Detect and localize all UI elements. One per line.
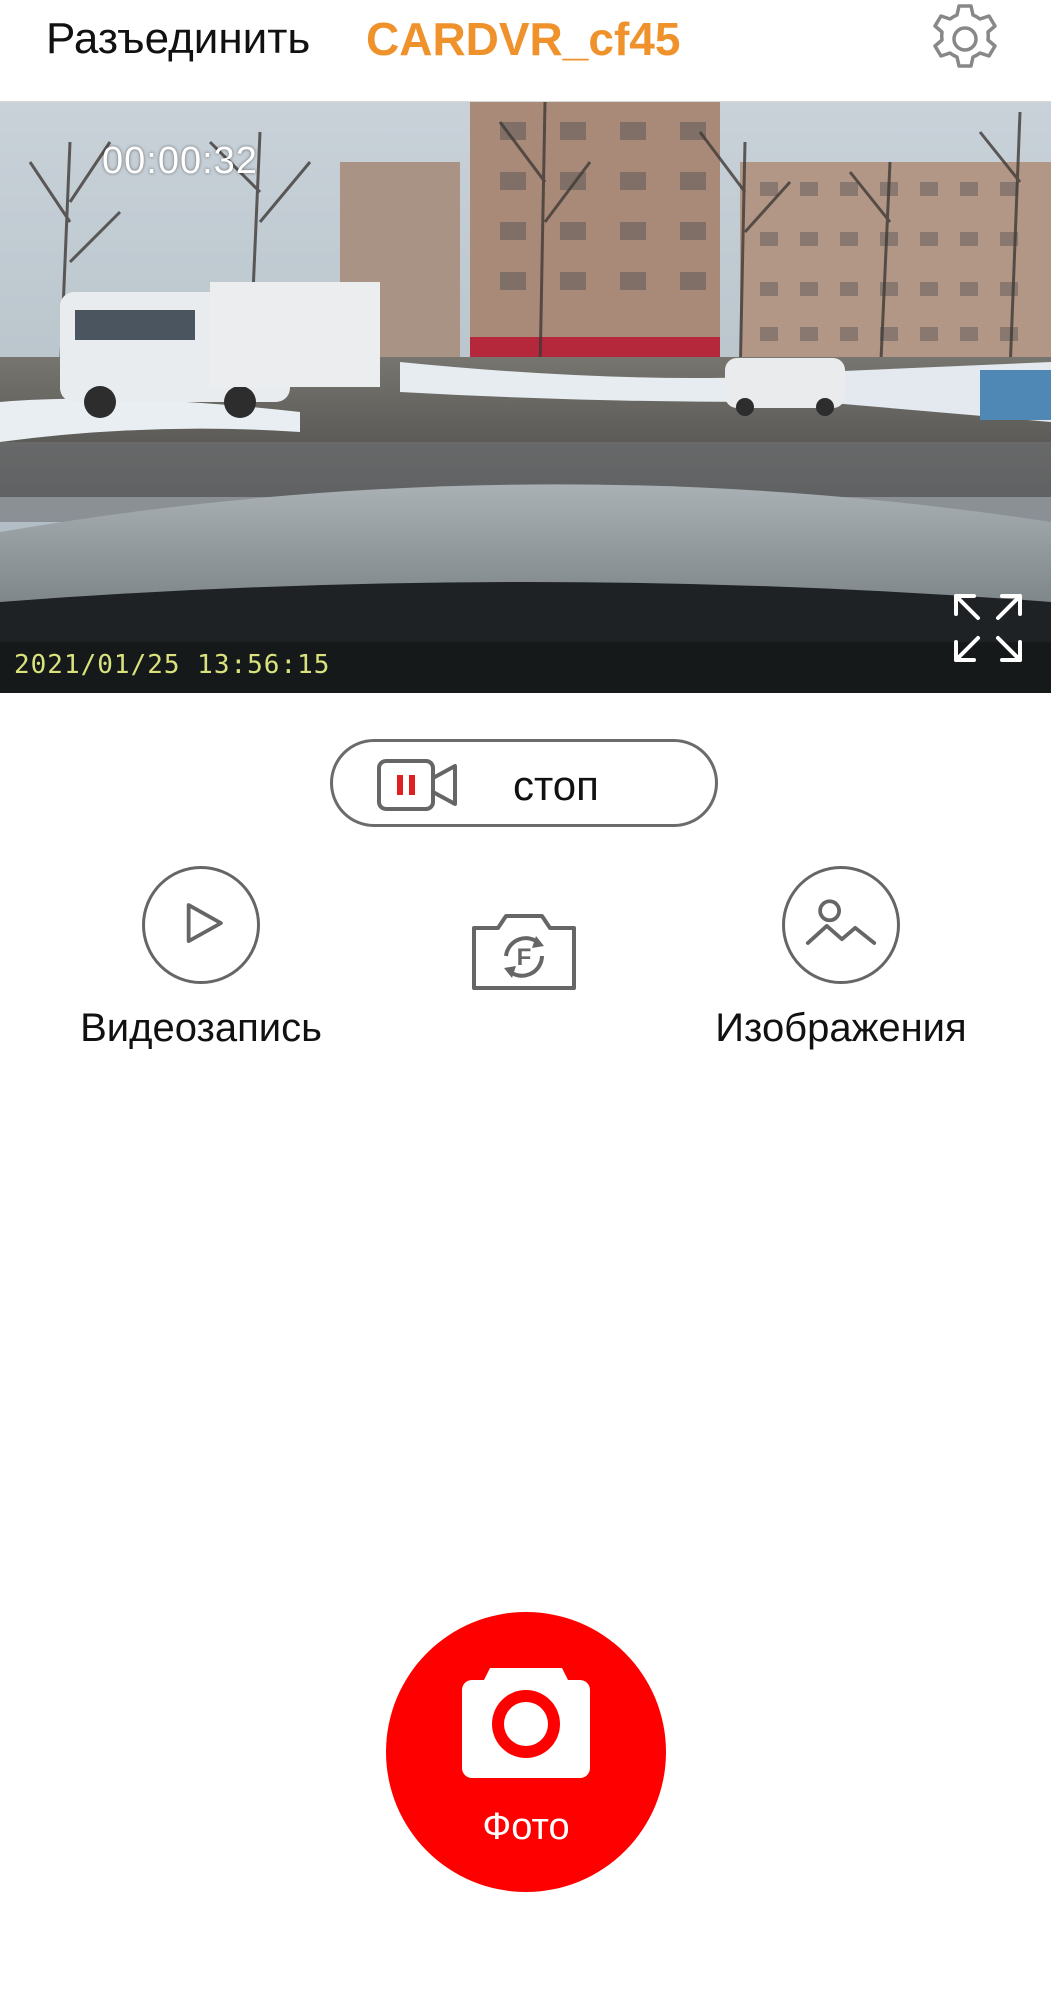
disconnect-button[interactable]: Разъединить [46, 14, 310, 64]
play-circle [142, 866, 260, 984]
recording-timer: 00:00:32 [102, 140, 258, 182]
device-name: CARDVR_cf45 [366, 13, 681, 65]
camera-icon [462, 1668, 590, 1778]
top-bar: Разъединить CARDVR_cf45 [0, 0, 1051, 102]
svg-text:F: F [517, 944, 532, 971]
images-label: Изображения [715, 1006, 967, 1050]
play-icon [186, 903, 223, 944]
gallery-image-icon [805, 899, 877, 945]
images-button[interactable]: Изображения [706, 866, 976, 1051]
camera-switch-icon[interactable]: F [470, 908, 578, 992]
pause-video-icon [377, 759, 457, 811]
videos-label: Видеозапись [80, 1006, 322, 1050]
live-video-preview[interactable]: 00:00:32 2021/01/25 13:56:15 [0, 102, 1051, 693]
stop-recording-button[interactable]: стоп [330, 739, 718, 827]
fullscreen-expand-icon[interactable] [950, 590, 1026, 666]
video-timestamp: 2021/01/25 13:56:15 [14, 650, 331, 680]
camera-feed-image [0, 102, 1051, 693]
stop-label: стоп [513, 762, 599, 809]
settings-gear-icon[interactable] [924, 0, 1006, 82]
videos-button[interactable]: Видеозапись [66, 866, 336, 1051]
gallery-circle [782, 866, 900, 984]
photo-label: Фото [482, 1806, 570, 1848]
take-photo-button[interactable]: Фото [386, 1612, 666, 1892]
